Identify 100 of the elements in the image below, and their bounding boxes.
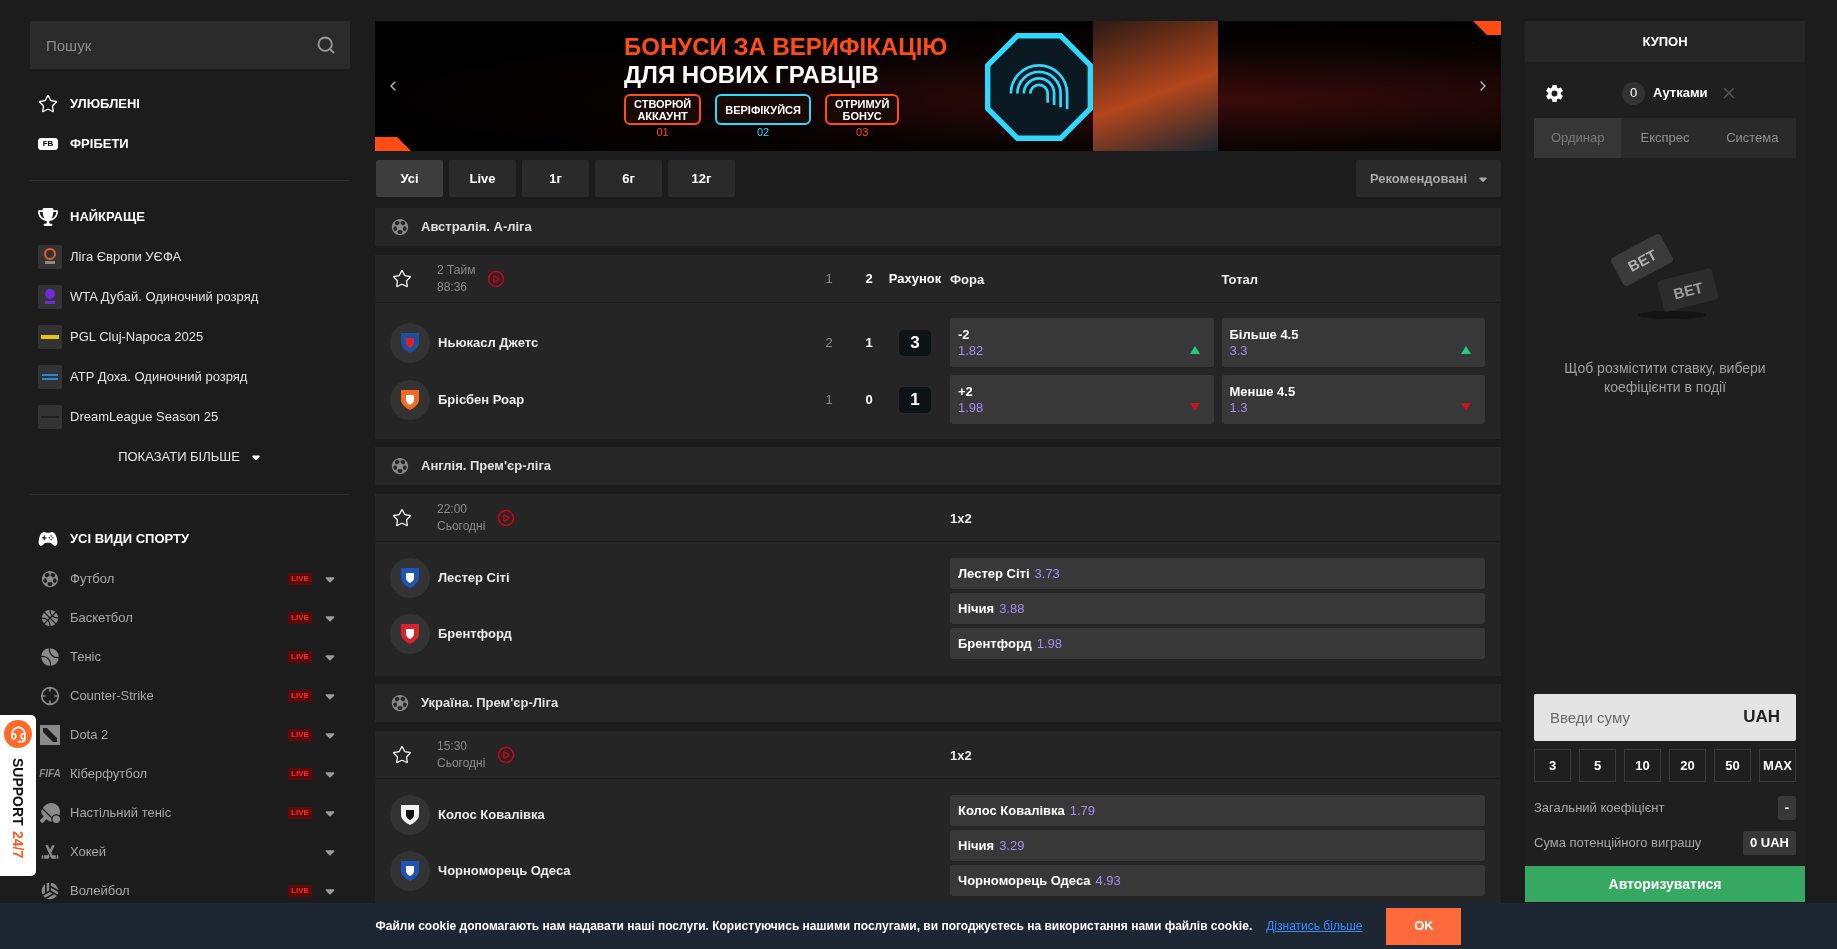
league-header[interactable]: Австралія. А-ліга — [375, 208, 1501, 246]
football-icon — [40, 568, 60, 589]
filter-tab[interactable]: Усі — [376, 160, 443, 197]
currency-label: UAH — [1743, 707, 1780, 727]
match-status: 22:00 — [437, 500, 469, 518]
sport-link[interactable]: Dota 2 — [70, 724, 109, 745]
odds-button[interactable]: Колос Ковалівка 1.79 — [950, 795, 1485, 826]
league-logo-icon — [38, 285, 62, 309]
volleyball-icon — [40, 880, 60, 901]
live-badge: LIVE — [288, 767, 312, 780]
table-tennis-icon — [40, 802, 60, 823]
match-time: Сьогодні — [437, 517, 486, 535]
live-badge: LIVE — [288, 650, 312, 663]
team-crest-icon — [390, 379, 430, 420]
odds-button[interactable]: +2 1.98 — [950, 375, 1214, 424]
stake-button[interactable]: 3 — [1534, 749, 1571, 782]
crosshair-icon — [40, 685, 60, 706]
odds-button[interactable]: Брентфорд 1.98 — [950, 628, 1485, 659]
filter-tab[interactable]: 12г — [668, 160, 735, 197]
odds-button[interactable]: Нічия 3.29 — [950, 830, 1485, 861]
team-name: Ньюкасл Джетс — [438, 333, 539, 352]
stake-button[interactable]: 5 — [1579, 749, 1616, 782]
count-badge: 0 — [1622, 81, 1645, 105]
stake-button[interactable]: 10 — [1624, 749, 1661, 782]
tennis-ball-icon — [40, 646, 60, 667]
league-link[interactable]: Ліга Європи УЄФА — [70, 247, 182, 267]
odds-mode[interactable]: Аутками — [1653, 83, 1708, 103]
star-icon[interactable] — [392, 744, 412, 765]
learn-more-link[interactable]: Дізнатись більше — [1266, 917, 1363, 935]
corner-accent-icon — [375, 137, 411, 151]
odds-button[interactable]: -2 1.82 — [950, 318, 1214, 367]
team-name: Лестер Сіті — [438, 569, 510, 588]
live-badge: LIVE — [288, 728, 312, 741]
odds-button[interactable]: Нічия 3.88 — [950, 593, 1485, 624]
search-field[interactable]: Пошук — [30, 21, 350, 69]
settings-icon[interactable] — [1545, 83, 1564, 103]
period-score: 0 — [865, 390, 873, 409]
live-badge: LIVE — [288, 611, 312, 624]
league-logo-icon — [38, 365, 62, 389]
promo-banner[interactable]: БОНУСИ ЗА ВЕРИФІКАЦІЮ ДЛЯ НОВИХ ГРАВЦІВ СТВОРЮЙ АККАУНТ 01 ВЕРІФІКУЙСЯ 02 ОТРИМУЙ БОНУС 03 — [375, 21, 1501, 151]
sport-link[interactable]: Футбол — [70, 568, 115, 589]
stake-button[interactable]: MAX — [1759, 749, 1796, 782]
freebet-tag: FB — [38, 138, 58, 150]
odds-button[interactable]: Чорноморець Одеса 4.93 — [950, 865, 1485, 896]
search-icon[interactable] — [316, 35, 336, 55]
sport-link[interactable]: Баскетбол — [70, 607, 133, 628]
league-name: Україна. Прем'єр-Ліга — [421, 694, 559, 713]
headset-icon — [4, 720, 32, 748]
league-name: Австралія. А-ліга — [421, 218, 532, 237]
support-tab[interactable]: SUPPORT 24/7 — [0, 715, 36, 876]
odds-button[interactable]: Лестер Сіті 3.73 — [950, 558, 1485, 589]
sidebar-link[interactable]: ФРІБЕТИ — [70, 134, 129, 154]
star-icon[interactable] — [392, 268, 412, 289]
league-header[interactable]: Україна. Прем'єр-Ліга — [375, 684, 1501, 722]
fingerprint-icon — [985, 33, 1093, 141]
sport-link[interactable]: Теніс — [70, 646, 101, 667]
market-heading: Фора — [950, 271, 985, 287]
sport-logo-text: FIFA — [39, 767, 61, 781]
period-score: 1 — [825, 390, 833, 409]
football-icon — [390, 456, 410, 476]
league-logo-icon — [38, 325, 62, 349]
league-link[interactable]: PGL Cluj-Napoca 2025 — [70, 327, 204, 347]
market-heading: 1x2 — [950, 747, 972, 763]
section-title: НАЙКРАЩЕ — [70, 208, 145, 227]
league-header[interactable]: Англія. Прем'єр-ліга — [375, 447, 1501, 485]
stake-button[interactable]: 20 — [1669, 749, 1706, 782]
banner-headline: БОНУСИ ЗА ВЕРИФІКАЦІЮ — [624, 33, 949, 61]
team-crest-icon — [390, 851, 430, 891]
ticket-label: BET — [1625, 245, 1660, 275]
league-link[interactable]: DreamLeague Season 25 — [70, 407, 219, 427]
sport-link[interactable]: Counter-Strike — [70, 685, 154, 706]
odds-button[interactable]: Менше 4.5 1.3 — [1221, 375, 1485, 424]
team-crest-icon — [390, 614, 430, 654]
step-label: СТВОРЮЙ АККАУНТ — [624, 94, 702, 125]
match-status: 15:30 — [437, 737, 469, 755]
stake-button[interactable]: 50 — [1714, 749, 1751, 782]
show-more-button[interactable]: ПОКАЗАТИ БІЛЬШЕ — [118, 447, 262, 467]
league-link[interactable]: WTA Дубай. Одиночний розряд — [70, 287, 259, 307]
sort-dropdown[interactable]: Рекомендовані — [1355, 160, 1501, 197]
score-badge: 3 — [899, 329, 931, 356]
play-icon[interactable] — [497, 745, 516, 764]
odds-button[interactable]: Більше 4.5 3.3 — [1221, 318, 1485, 367]
filter-tab[interactable]: 6г — [595, 160, 662, 197]
sport-link[interactable]: Хокей — [70, 841, 107, 862]
filter-tab[interactable]: Live — [449, 160, 516, 197]
play-icon[interactable] — [487, 269, 506, 288]
star-icon[interactable] — [392, 507, 412, 528]
summary-label: Загальний коефіцієнт — [1534, 799, 1665, 818]
period-score: 2 — [825, 333, 833, 352]
filter-tab[interactable]: 1г — [522, 160, 589, 197]
sport-link[interactable]: Настільний теніс — [70, 802, 172, 823]
sport-link[interactable]: Кіберфутбол — [70, 763, 148, 784]
live-badge: LIVE — [288, 572, 312, 585]
score-badge: 1 — [899, 386, 931, 413]
support-label: SUPPORT — [10, 758, 26, 826]
sport-link[interactable]: Волейбол — [70, 880, 130, 901]
league-link[interactable]: ATP Доха. Одиночний розряд — [70, 367, 248, 387]
play-icon[interactable] — [497, 508, 516, 527]
sidebar-link[interactable]: УЛЮБЛЕНІ — [70, 94, 140, 114]
cookie-message: Файли cookie допомагають нам надавати наші послуги. Користуючись нашими послугами, ви погоджуєтесь на використання нами файлів cookie. — [375, 918, 1253, 935]
